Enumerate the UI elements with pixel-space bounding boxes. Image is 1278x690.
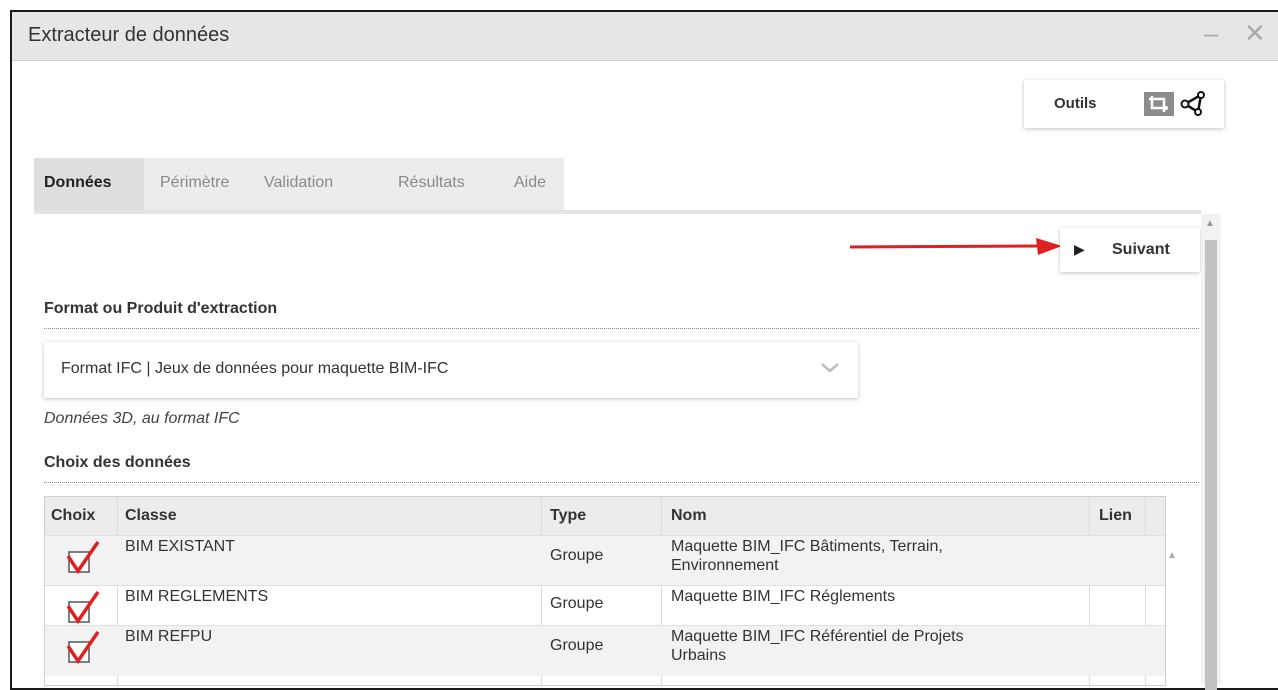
title-bar: Extracteur de données – ✕	[12, 12, 1278, 61]
table-row[interactable]: BIM REFPU Groupe Maquette BIM_IFC Référe…	[45, 625, 1165, 676]
checkbox-checked[interactable]	[65, 590, 101, 624]
minimize-button[interactable]: –	[1204, 18, 1218, 49]
scroll-up-arrow[interactable]: ▲	[1205, 218, 1215, 229]
cell-type: Groupe	[550, 595, 604, 612]
cell-type: Groupe	[550, 547, 604, 564]
next-button[interactable]: ▶ Suivant	[1060, 228, 1200, 272]
table-scroll-up[interactable]: ▲	[1167, 550, 1177, 561]
scroll-thumb[interactable]	[1205, 240, 1217, 690]
column-header-choix[interactable]: Choix	[51, 507, 95, 525]
tab-content-donnees: ▶ Suivant Format ou Produit d'extraction…	[34, 214, 1201, 687]
share-network-icon	[1180, 91, 1205, 116]
divider	[44, 482, 1199, 483]
annotation-arrow	[850, 238, 1062, 255]
close-button[interactable]: ✕	[1244, 18, 1266, 49]
window-title: Extracteur de données	[28, 24, 230, 46]
column-header-lien[interactable]: Lien	[1099, 507, 1132, 525]
format-select[interactable]: Format IFC | Jeux de données pour maquet…	[44, 342, 858, 398]
tab-aide[interactable]: Aide	[514, 174, 546, 192]
share-network-button[interactable]	[1180, 90, 1208, 118]
content-scrollbar[interactable]: ▲	[1201, 214, 1221, 690]
cell-nom: Maquette BIM_IFC Bâtiments, Terrain, Envi…	[671, 538, 943, 574]
divider	[44, 328, 1199, 329]
chevron-down-icon	[821, 363, 839, 373]
cell-type: Groupe	[550, 637, 604, 654]
data-section-title: Choix des données	[44, 454, 191, 471]
cell-classe: BIM REGLEMENTS	[125, 588, 269, 605]
data-table: Choix Classe Type Nom Lien BIM EXISTANT …	[44, 496, 1177, 687]
cell-nom: Maquette BIM_IFC Référentiel de Projets U…	[671, 628, 964, 664]
tools-panel: Outils	[1024, 80, 1224, 128]
column-header-nom[interactable]: Nom	[671, 507, 707, 525]
data-extractor-window: Extracteur de données – ✕ Outils Données…	[10, 10, 1278, 690]
format-section-title: Format ou Produit d'extraction	[44, 300, 278, 317]
format-select-value: Format IFC | Jeux de données pour maquet…	[61, 360, 449, 377]
crop-selection-button[interactable]	[1144, 92, 1174, 116]
next-button-label: Suivant	[1112, 241, 1170, 258]
cell-nom: Maquette BIM_IFC Réglements	[671, 588, 896, 605]
table-row[interactable]: BIM EXISTANT Groupe Maquette BIM_IFC Bât…	[45, 535, 1177, 586]
cell-classe: BIM REFPU	[125, 628, 213, 645]
table-row[interactable]: BIM REGLEMENTS Groupe Maquette BIM_IFC R…	[45, 585, 1165, 626]
column-header-type[interactable]: Type	[550, 507, 586, 525]
tab-validation[interactable]: Validation	[264, 174, 333, 192]
crop-selection-icon	[1149, 96, 1168, 112]
caret-right-icon: ▶	[1074, 241, 1085, 257]
tools-label: Outils	[1054, 95, 1097, 112]
table-header: Choix Classe Type Nom Lien	[45, 497, 1165, 535]
tab-donnees[interactable]: Données	[44, 174, 112, 192]
cell-classe: BIM EXISTANT	[125, 538, 235, 555]
checkbox-checked[interactable]	[65, 540, 101, 574]
format-caption: Données 3D, au format IFC	[44, 410, 240, 427]
tab-resultats[interactable]: Résultats	[398, 174, 465, 192]
tab-perimetre[interactable]: Périmètre	[160, 174, 229, 192]
checkbox-checked[interactable]	[65, 630, 101, 664]
tab-bar: Données Périmètre Validation Résultats A…	[34, 158, 1201, 214]
column-header-classe[interactable]: Classe	[125, 507, 177, 525]
